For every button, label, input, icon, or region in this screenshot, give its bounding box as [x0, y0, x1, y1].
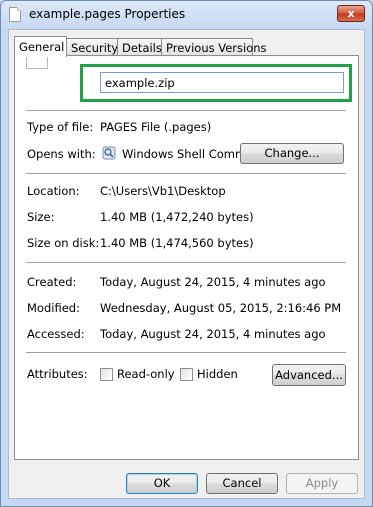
tab-previous-versions[interactable]: Previous Versions — [161, 38, 267, 55]
file-name-input[interactable] — [100, 72, 344, 93]
separator — [26, 110, 346, 112]
type-of-file-value: PAGES File (.pages) — [100, 120, 212, 134]
location-label: Location: — [27, 184, 80, 198]
separator — [26, 173, 346, 175]
location-value: C:\Users\Vb1\Desktop — [100, 184, 226, 198]
read-only-checkbox[interactable] — [100, 368, 113, 381]
title-bar[interactable]: example.pages Properties x — [1, 1, 372, 29]
modified-label: Modified: — [27, 301, 80, 315]
accessed-label: Accessed: — [27, 327, 85, 341]
opens-with-label: Opens with: — [27, 147, 96, 161]
accessed-value: Today, August 24, 2015, 4 minutes ago — [100, 327, 326, 341]
created-value: Today, August 24, 2015, 4 minutes ago — [100, 275, 326, 289]
opens-with-value: Windows Shell Commor — [122, 147, 258, 161]
ok-button[interactable]: OK — [126, 473, 198, 494]
modified-value: Wednesday, August 05, 2015, 2:16:46 PM — [100, 301, 342, 315]
advanced-button[interactable]: Advanced... — [272, 364, 346, 386]
document-icon — [9, 7, 21, 22]
read-only-label[interactable]: Read-only — [117, 367, 175, 381]
change-button[interactable]: Change... — [240, 143, 344, 164]
apply-button[interactable]: Apply — [286, 473, 358, 494]
size-label: Size: — [27, 210, 55, 224]
size-on-disk-value: 1.40 MB (1,474,560 bytes) — [100, 236, 254, 250]
cancel-button[interactable]: Cancel — [206, 473, 278, 494]
windows-shell-icon — [102, 146, 116, 160]
hidden-checkbox[interactable] — [180, 368, 193, 381]
size-value: 1.40 MB (1,472,240 bytes) — [100, 210, 254, 224]
attributes-label: Attributes: — [27, 367, 88, 381]
tab-details[interactable]: Details — [117, 38, 162, 55]
general-tab-panel — [14, 55, 359, 460]
tab-security[interactable]: Security — [66, 38, 118, 55]
tab-general[interactable]: General — [14, 36, 67, 57]
separator — [26, 352, 346, 354]
hidden-label[interactable]: Hidden — [197, 367, 238, 381]
separator — [26, 262, 346, 264]
size-on-disk-label: Size on disk: — [27, 236, 100, 250]
created-label: Created: — [27, 275, 77, 289]
type-of-file-label: Type of file: — [27, 120, 94, 134]
close-button[interactable]: x — [337, 5, 365, 22]
window-title: example.pages Properties — [29, 7, 186, 21]
